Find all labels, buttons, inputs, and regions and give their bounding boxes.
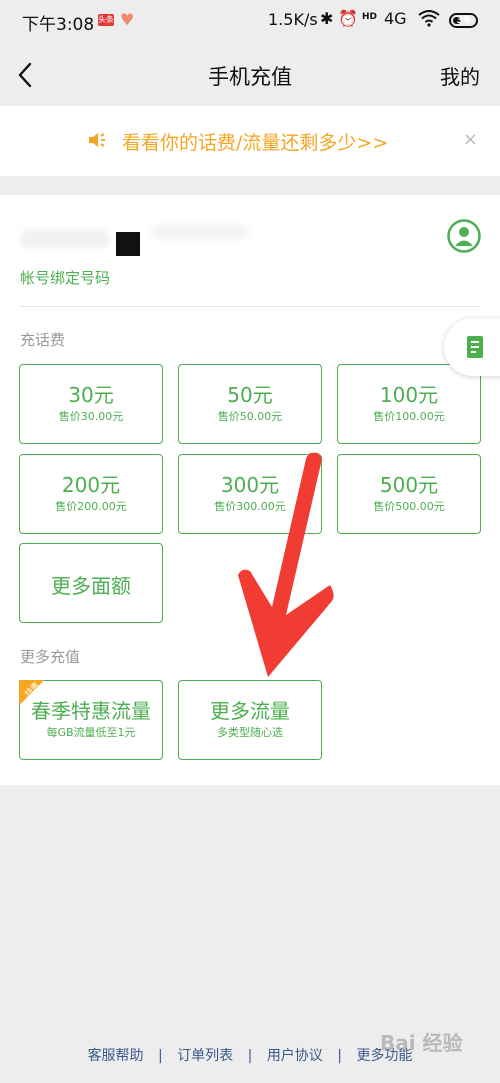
red-arrow-annotation xyxy=(238,452,334,677)
more-amounts-button[interactable]: 更多面额 xyxy=(19,543,163,623)
news-badge-icon: 头条 xyxy=(98,14,114,26)
alarm-icon: ⏰ xyxy=(338,9,358,28)
footer-link-help[interactable]: 客服帮助 xyxy=(88,1045,144,1065)
document-icon xyxy=(467,336,483,358)
topup-option-500[interactable]: 500元 售价500.00元 xyxy=(337,454,481,534)
more-recharge-section-title: 更多充值 xyxy=(20,648,81,666)
topup-section-title: 充话费 xyxy=(20,331,66,349)
topup-option-50[interactable]: 50元 售价50.00元 xyxy=(178,364,322,444)
topup-option-200[interactable]: 200元 售价200.00元 xyxy=(19,454,163,534)
page-title: 手机充值 xyxy=(208,65,292,89)
status-time: 下午3:08 xyxy=(22,15,95,35)
network-speed: 1.5K/s xyxy=(268,10,318,29)
bluetooth-icon: ✱ xyxy=(320,9,334,28)
my-account-link[interactable]: 我的 xyxy=(440,61,480,90)
phone-number-blurred xyxy=(20,229,110,249)
phone-number-redaction xyxy=(116,232,140,256)
health-heart-icon: ♥ xyxy=(120,10,135,29)
topup-option-100[interactable]: 100元 售价100.00元 xyxy=(337,364,481,444)
account-bind-label[interactable]: 帐号绑定号码 xyxy=(20,267,110,288)
spring-data-offer[interactable]: 特惠 春季特惠流量 每GB流量低至1元 xyxy=(19,680,163,760)
offer-title: 更多流量 xyxy=(210,699,290,723)
topup-amount: 50元 xyxy=(227,383,273,407)
footer-link-agreement[interactable]: 用户协议 xyxy=(267,1045,323,1065)
topup-option-30[interactable]: 30元 售价30.00元 xyxy=(19,364,163,444)
battery-level: 39 xyxy=(456,15,471,26)
phone-number-blurred-extra xyxy=(150,225,250,239)
footer-link-orders[interactable]: 订单列表 xyxy=(177,1045,233,1065)
discount-ribbon: 特惠 xyxy=(19,680,53,714)
offer-subtitle: 每GB流量低至1元 xyxy=(46,726,136,739)
topup-price: 售价50.00元 xyxy=(217,410,283,423)
topup-amount: 200元 xyxy=(61,473,121,497)
footer-separator: | xyxy=(337,1048,342,1064)
topup-amount: 30元 xyxy=(68,383,114,407)
nav-bar: 手机充值 我的 xyxy=(0,44,500,106)
topup-price: 售价100.00元 xyxy=(373,410,445,423)
wifi-icon xyxy=(418,9,440,31)
watermark: Bai 经验 xyxy=(380,1031,463,1055)
offer-subtitle: 多类型随心选 xyxy=(217,726,283,739)
floating-side-tab[interactable] xyxy=(444,318,500,376)
footer-separator: | xyxy=(247,1048,253,1064)
topup-amount: 100元 xyxy=(379,383,439,407)
close-icon[interactable]: × xyxy=(463,129,478,150)
footer-separator: | xyxy=(158,1048,163,1064)
network-type: 4G xyxy=(384,9,407,28)
hd-icon: HD xyxy=(362,12,378,22)
divider xyxy=(20,306,480,307)
balance-banner[interactable]: 看看你的话费/流量还剩多少>> × xyxy=(0,106,500,176)
more-amounts-label: 更多面额 xyxy=(51,574,131,598)
status-bar: 下午3:08 头条 ♥ 1.5K/s ✱ ⏰ HD 4G 39 xyxy=(0,0,500,44)
topup-price: 售价500.00元 xyxy=(373,500,445,513)
battery-icon: 39 xyxy=(449,13,478,28)
user-circle-icon[interactable] xyxy=(447,219,481,253)
more-data-offer[interactable]: 更多流量 多类型随心选 xyxy=(178,680,322,760)
banner-text: 看看你的话费/流量还剩多少>> xyxy=(122,132,389,154)
topup-price: 售价30.00元 xyxy=(58,410,124,423)
topup-amount: 500元 xyxy=(379,473,439,497)
speaker-icon xyxy=(89,133,105,147)
topup-price: 售价200.00元 xyxy=(55,500,127,513)
